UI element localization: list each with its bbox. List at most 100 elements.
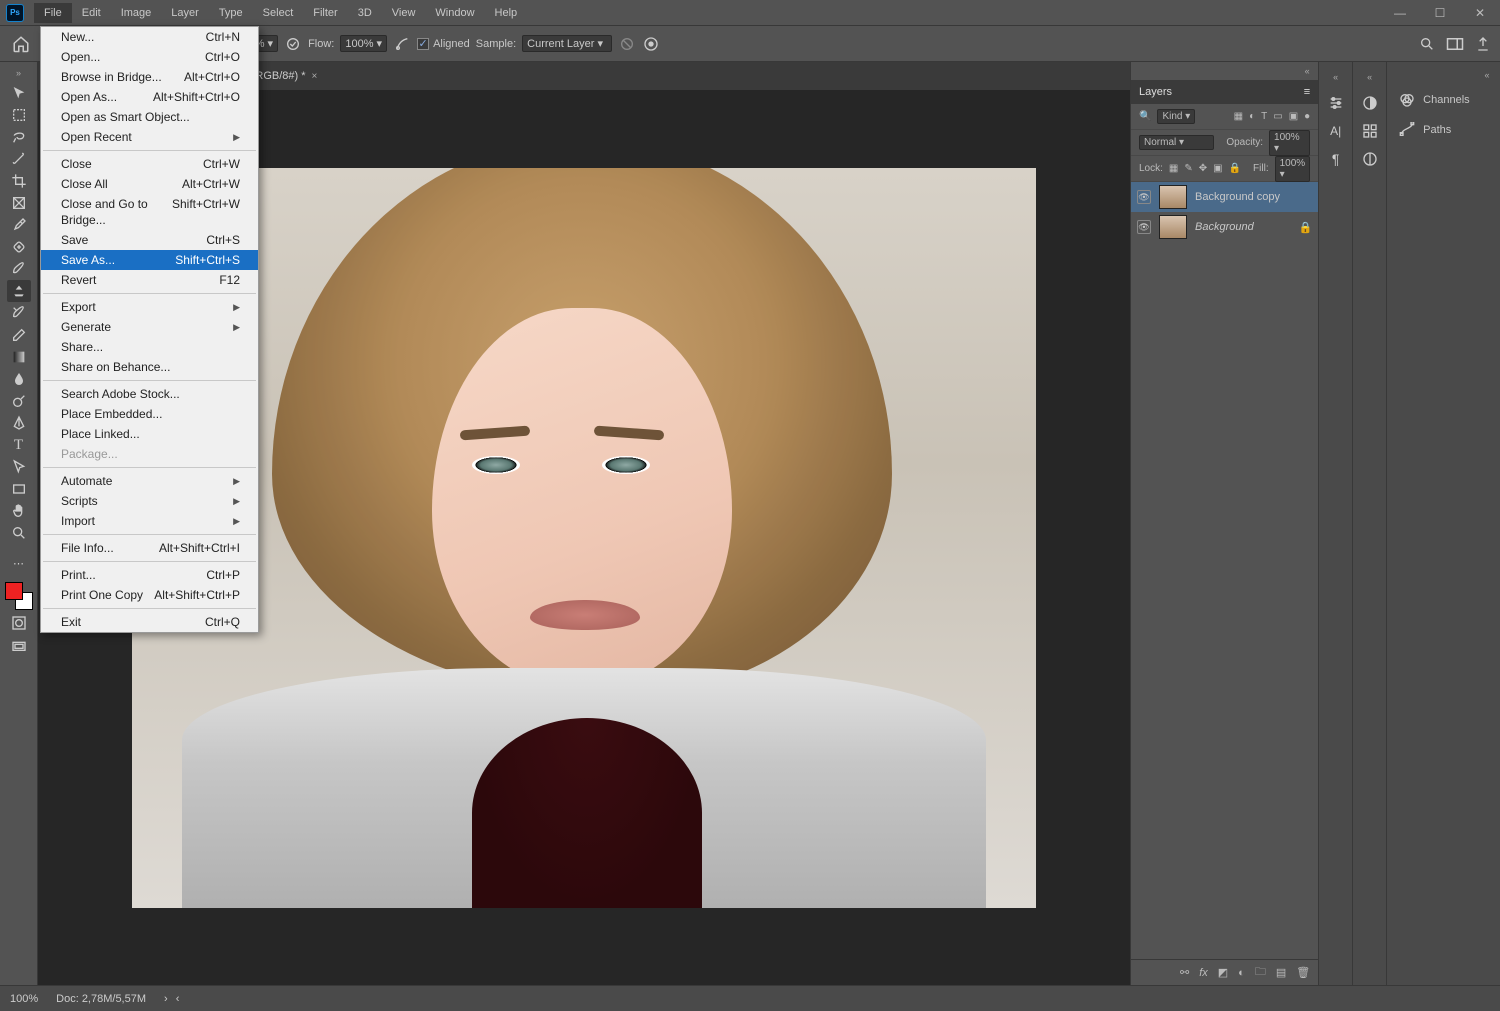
menu-item-automate[interactable]: Automate▶: [41, 471, 258, 491]
menu-item-import[interactable]: Import▶: [41, 511, 258, 531]
channels-panel-button[interactable]: Channels: [1393, 88, 1494, 112]
menu-item-close-all[interactable]: Close AllAlt+Ctrl+W: [41, 174, 258, 194]
pressure-opacity-icon[interactable]: [284, 35, 302, 53]
status-arrow-icon[interactable]: ‹: [176, 993, 180, 1005]
color-swatches[interactable]: [5, 582, 33, 610]
menu-item-revert[interactable]: RevertF12: [41, 270, 258, 290]
filter-shape-icon[interactable]: ▭: [1273, 111, 1282, 122]
document-size[interactable]: Doc: 2,78M/5,57M: [56, 993, 146, 1005]
zoom-tool[interactable]: [7, 522, 31, 544]
marquee-tool[interactable]: [7, 104, 31, 126]
layer-filter-type[interactable]: Kind ▾: [1157, 109, 1195, 124]
crop-tool[interactable]: [7, 170, 31, 192]
menu-help[interactable]: Help: [485, 3, 528, 23]
filter-adjust-icon[interactable]: ◐: [1249, 111, 1255, 122]
layer-thumbnail[interactable]: [1159, 185, 1187, 209]
move-tool[interactable]: [7, 82, 31, 104]
menu-item-export[interactable]: Export▶: [41, 297, 258, 317]
menu-window[interactable]: Window: [425, 3, 484, 23]
color-panel-icon[interactable]: [1361, 94, 1379, 112]
status-arrow-icon[interactable]: ›: [164, 993, 168, 1005]
filter-pixel-icon[interactable]: ▦: [1234, 111, 1243, 122]
filter-type-icon[interactable]: T: [1261, 111, 1267, 122]
menu-type[interactable]: Type: [209, 3, 253, 23]
menu-item-close[interactable]: CloseCtrl+W: [41, 154, 258, 174]
path-select-tool[interactable]: [7, 456, 31, 478]
menu-select[interactable]: Select: [253, 3, 304, 23]
delete-layer-icon[interactable]: 🗑: [1296, 966, 1310, 979]
rectangle-tool[interactable]: [7, 478, 31, 500]
healing-tool[interactable]: [7, 236, 31, 258]
foreground-color-swatch[interactable]: [5, 582, 23, 600]
menu-item-file-info[interactable]: File Info...Alt+Shift+Ctrl+I: [41, 538, 258, 558]
swatches-panel-icon[interactable]: [1361, 122, 1379, 140]
menu-item-save-as[interactable]: Save As...Shift+Ctrl+S: [41, 250, 258, 270]
menu-item-exit[interactable]: ExitCtrl+Q: [41, 612, 258, 632]
lock-brush-icon[interactable]: ✎: [1184, 163, 1192, 174]
menu-item-share-on-behance[interactable]: Share on Behance...: [41, 357, 258, 377]
clone-tool[interactable]: [7, 280, 31, 302]
menu-item-scripts[interactable]: Scripts▶: [41, 491, 258, 511]
visibility-toggle-icon[interactable]: 👁: [1137, 190, 1151, 204]
filter-smart-icon[interactable]: ▣: [1289, 111, 1298, 122]
eraser-tool[interactable]: [7, 324, 31, 346]
adjustments-panel-icon[interactable]: [1361, 150, 1379, 168]
fx-icon[interactable]: fx: [1199, 967, 1208, 979]
history-brush-tool[interactable]: [7, 302, 31, 324]
link-layers-icon[interactable]: ⚯: [1180, 966, 1189, 979]
type-tool[interactable]: T: [7, 434, 31, 456]
zoom-level[interactable]: 100%: [10, 993, 38, 1005]
lock-position-icon[interactable]: ✥: [1199, 163, 1207, 174]
screen-mode-icon[interactable]: [7, 636, 31, 658]
eyedropper-tool[interactable]: [7, 214, 31, 236]
pressure-size-icon[interactable]: [642, 35, 660, 53]
menu-view[interactable]: View: [382, 3, 426, 23]
menu-item-open-recent[interactable]: Open Recent▶: [41, 127, 258, 147]
menu-item-open-as[interactable]: Open As...Alt+Shift+Ctrl+O: [41, 87, 258, 107]
menu-item-place-embedded[interactable]: Place Embedded...: [41, 404, 258, 424]
collapse-rail[interactable]: «: [1480, 68, 1494, 82]
filter-toggle-icon[interactable]: ●: [1304, 111, 1310, 122]
collapse-panel[interactable]: «: [1300, 64, 1314, 78]
menu-item-close-and-go-to-bridge[interactable]: Close and Go to Bridge...Shift+Ctrl+W: [41, 194, 258, 230]
lock-all-icon[interactable]: 🔒: [1229, 163, 1241, 174]
close-tab-icon[interactable]: ×: [312, 71, 318, 82]
layer-thumbnail[interactable]: [1159, 215, 1187, 239]
group-icon[interactable]: 🗀: [1255, 963, 1266, 982]
menu-layer[interactable]: Layer: [161, 3, 209, 23]
menu-item-print-one-copy[interactable]: Print One CopyAlt+Shift+Ctrl+P: [41, 585, 258, 605]
hand-tool[interactable]: [7, 500, 31, 522]
collapse-rail[interactable]: «: [1363, 70, 1377, 84]
frame-tool[interactable]: [7, 192, 31, 214]
pen-tool[interactable]: [7, 412, 31, 434]
adjustment-icon[interactable]: ◐: [1238, 967, 1245, 979]
properties-panel-icon[interactable]: [1327, 94, 1345, 112]
menu-item-search-adobe-stock[interactable]: Search Adobe Stock...: [41, 384, 258, 404]
edit-toolbar-icon[interactable]: ⋯: [7, 552, 31, 574]
share-icon[interactable]: [1474, 35, 1492, 53]
visibility-toggle-icon[interactable]: 👁: [1137, 220, 1151, 234]
maximize-button[interactable]: ☐: [1420, 1, 1460, 25]
menu-item-open-as-smart-object[interactable]: Open as Smart Object...: [41, 107, 258, 127]
mask-icon[interactable]: ◩: [1218, 966, 1228, 979]
menu-filter[interactable]: Filter: [303, 3, 347, 23]
brush-tool[interactable]: [7, 258, 31, 280]
layer-row[interactable]: 👁 Background copy: [1131, 182, 1318, 212]
quick-mask-icon[interactable]: [7, 612, 31, 634]
dodge-tool[interactable]: [7, 390, 31, 412]
layer-name[interactable]: Background copy: [1195, 191, 1280, 203]
blend-mode-select[interactable]: Normal ▾: [1139, 135, 1214, 150]
menu-item-save[interactable]: SaveCtrl+S: [41, 230, 258, 250]
collapse-toolbar[interactable]: »: [12, 66, 26, 80]
panel-tab-layers[interactable]: Layers: [1139, 86, 1172, 98]
blur-tool[interactable]: [7, 368, 31, 390]
ignore-adjustments-icon[interactable]: [618, 35, 636, 53]
close-button[interactable]: ✕: [1460, 1, 1500, 25]
lock-transparent-icon[interactable]: ▦: [1169, 163, 1178, 174]
layer-row[interactable]: 👁Background🔒: [1131, 212, 1318, 242]
lasso-tool[interactable]: [7, 126, 31, 148]
magic-wand-tool[interactable]: [7, 148, 31, 170]
flow-select[interactable]: 100% ▾: [340, 35, 387, 52]
menu-item-open[interactable]: Open...Ctrl+O: [41, 47, 258, 67]
paths-panel-button[interactable]: Paths: [1393, 118, 1494, 142]
